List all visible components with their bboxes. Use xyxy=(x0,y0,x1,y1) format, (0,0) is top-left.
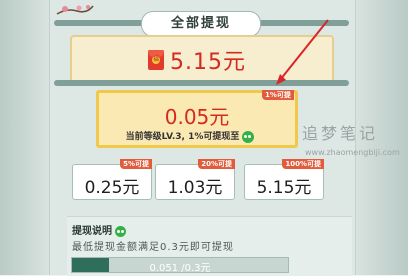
watermark: 追梦笔记 www.zhaomengbiji.com xyxy=(302,120,400,157)
current-percent-badge: 1%可提 xyxy=(262,90,294,100)
tier-badge: 5%可提 xyxy=(120,159,152,169)
tier-option-20pct[interactable]: 20%可提 1.03元 xyxy=(155,159,235,200)
left-background xyxy=(0,0,49,275)
tier-amount: 0.25元 xyxy=(84,178,140,198)
tier-badge: 20%可提 xyxy=(198,159,235,169)
plum-blossom-decoration xyxy=(56,5,94,15)
red-envelope-icon: 福 xyxy=(148,50,164,70)
tier-amount: 1.03元 xyxy=(167,178,223,198)
wechat-icon xyxy=(242,130,255,143)
page-title: 全部提现 xyxy=(141,11,261,37)
tier-option-100pct[interactable]: 100%可提 5.15元 xyxy=(244,159,324,200)
total-balance-amount: 5.15元 xyxy=(170,50,246,75)
level-text: 当前等级LV.3, 1%可提现至 xyxy=(125,132,240,142)
wechat-icon xyxy=(115,225,126,237)
tier-option-5pct[interactable]: 5%可提 0.25元 xyxy=(72,159,152,200)
tier-badge: 100%可提 xyxy=(282,159,324,169)
current-withdraw-amount: 0.05元 xyxy=(164,105,230,129)
explain-title: 提现说明 xyxy=(72,222,126,237)
progress-label: 0.051 /0.3元 xyxy=(149,263,211,274)
scroll-rod-bottom xyxy=(54,80,349,86)
watermark-title: 追梦笔记 xyxy=(302,124,379,143)
explain-text: 最低提现金额满足0.3元即可提现 xyxy=(72,242,234,253)
withdraw-progress-bar: 0.051 /0.3元 xyxy=(71,257,289,274)
watermark-url: www.zhaomengbiji.com xyxy=(305,148,400,157)
tier-amount: 5.15元 xyxy=(256,178,312,198)
explain-title-text: 提现说明 xyxy=(72,226,112,237)
level-description: 当前等级LV.3, 1%可提现至 xyxy=(100,129,280,143)
